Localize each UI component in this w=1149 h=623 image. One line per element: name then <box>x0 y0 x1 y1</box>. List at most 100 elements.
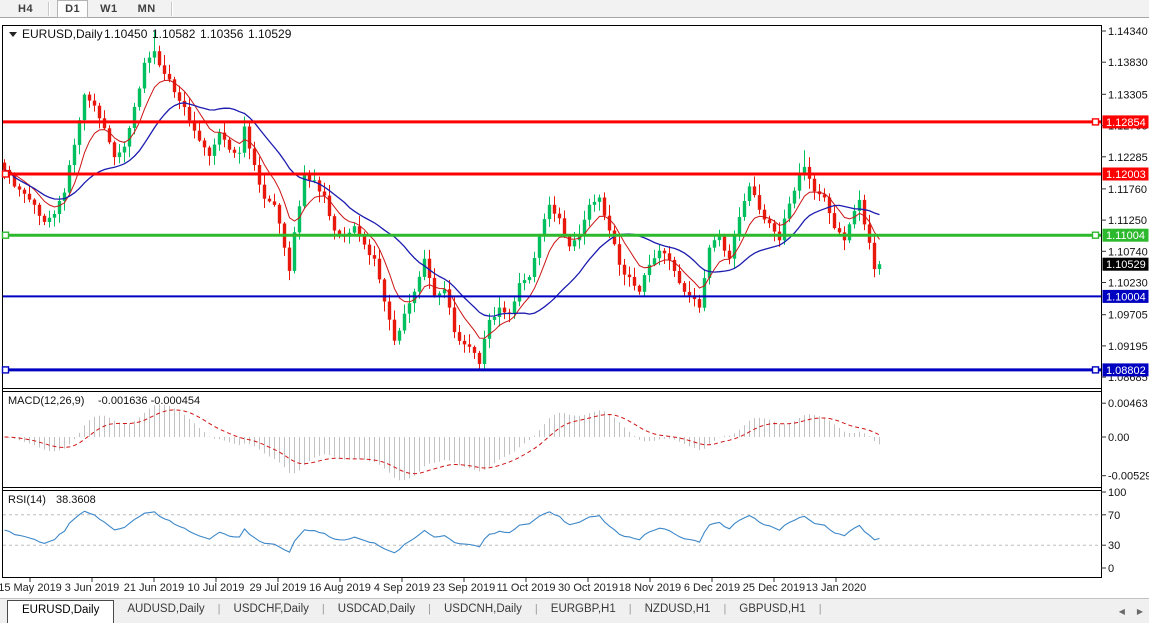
candle-body <box>403 314 406 331</box>
date-tick-label: 25 Dec 2019 <box>743 582 805 594</box>
candle-body <box>553 205 556 214</box>
candle-body <box>563 218 566 235</box>
line-endpoint-marker[interactable] <box>1093 367 1099 373</box>
candle-body <box>378 259 381 280</box>
date-tick-label: 13 Jan 2020 <box>806 582 867 594</box>
candle-body <box>743 201 746 217</box>
candle-body <box>568 236 571 247</box>
candle-body <box>208 148 211 156</box>
candle-body <box>628 275 631 278</box>
candle-body <box>653 258 656 265</box>
chart-header: EURUSD,Daily 1.10450 1.10582 1.10356 1.1… <box>9 27 292 41</box>
candle-body <box>28 194 31 200</box>
tab-nzdusd-h1[interactable]: NZDUSD,H1 <box>632 599 724 623</box>
chart-symbol-label: EURUSD,Daily <box>22 27 103 41</box>
macd-layer <box>5 404 880 480</box>
candle-body <box>203 141 206 148</box>
symbol-dropdown-icon[interactable] <box>9 32 17 37</box>
date-axis[interactable]: 15 May 20193 Jun 201921 Jun 201910 Jul 2… <box>0 578 866 594</box>
candle-body <box>23 190 26 194</box>
candle-body <box>323 192 326 196</box>
candle-body <box>698 299 701 308</box>
candle-body <box>133 107 136 128</box>
price-tick-label: 1.13305 <box>1108 89 1148 101</box>
line-endpoint-marker[interactable] <box>1093 232 1099 238</box>
candle-body <box>278 205 281 224</box>
date-tick-label: 6 Dec 2019 <box>684 582 740 594</box>
tab-eurusd-daily[interactable]: EURUSD,Daily <box>7 600 114 623</box>
candle-body <box>88 95 91 101</box>
tab-audusd-daily[interactable]: AUDUSD,Daily <box>114 599 217 623</box>
candle-body <box>63 193 66 201</box>
chart-tab-bar: EURUSD,Daily AUDUSD,Daily | USDCHF,Daily… <box>0 598 1149 623</box>
price-tick-label: 1.10740 <box>1108 246 1148 258</box>
tab-usdchf-daily[interactable]: USDCHF,Daily <box>221 599 322 623</box>
candle-body <box>33 200 36 205</box>
macd-tick-label: 0.00 <box>1108 432 1129 444</box>
candle-body <box>333 216 336 230</box>
candle-body <box>408 303 411 314</box>
candle-body <box>353 226 356 233</box>
tab-scroll-right-icon[interactable]: ▶ <box>1137 608 1143 616</box>
candle-body <box>18 186 21 189</box>
date-tick-label: 3 Jun 2019 <box>65 582 119 594</box>
candle-body <box>618 244 621 265</box>
candle-body <box>473 347 476 353</box>
trading-app-window: H4 D1 W1 MN 1.143401.138301.133051.12795… <box>0 0 1149 623</box>
candle-body <box>723 237 726 251</box>
tab-scroll-left-icon[interactable]: ◀ <box>1119 608 1125 616</box>
candle-body <box>513 302 516 314</box>
date-tick-label: 16 Aug 2019 <box>309 582 371 594</box>
tab-gbpusd-h1[interactable]: GBPUSD,H1 <box>726 599 818 623</box>
candle-body <box>43 216 46 222</box>
candle-body <box>703 278 706 308</box>
tab-usdcad-daily[interactable]: USDCAD,Daily <box>325 599 428 623</box>
candle-body <box>518 283 521 301</box>
candle-body <box>868 224 871 242</box>
macd-tick-label: 0.00463 <box>1108 398 1148 410</box>
candle-body <box>528 277 531 280</box>
candle-body <box>683 283 686 292</box>
line-endpoint-marker[interactable] <box>3 367 9 373</box>
candle-body <box>533 258 536 277</box>
candle-body <box>93 101 96 106</box>
line-endpoint-marker[interactable] <box>3 232 9 238</box>
candle-body <box>178 92 181 101</box>
candle-body <box>488 320 491 339</box>
candle-body <box>263 185 266 199</box>
candle-body <box>463 341 466 345</box>
candle-body <box>228 140 231 150</box>
candle-body <box>783 219 786 241</box>
rsi-layer <box>3 511 1100 553</box>
candle-body <box>588 205 591 220</box>
macd-name-label: MACD(12,26,9) <box>8 395 84 407</box>
line-endpoint-marker[interactable] <box>1093 119 1099 125</box>
price-chart-canvas[interactable]: 1.143401.138301.133051.127951.122851.117… <box>0 0 1149 598</box>
candle-body <box>468 344 471 347</box>
rsi-line <box>5 511 880 553</box>
candle-body <box>53 214 56 218</box>
candle-body <box>558 214 561 219</box>
date-tick-label: 23 Sep 2019 <box>433 582 495 594</box>
candle-body <box>413 292 416 304</box>
tab-usdcnh-daily[interactable]: USDCNH,Daily <box>431 599 535 623</box>
candle-body <box>478 353 481 364</box>
candle-body <box>423 259 426 277</box>
candle-body <box>688 292 691 296</box>
rsi-tick-label: 100 <box>1108 487 1126 499</box>
candle-body <box>833 213 836 228</box>
candle-body <box>168 74 171 80</box>
price-axis[interactable]: 1.143401.138301.133051.127951.122851.117… <box>1101 26 1149 575</box>
date-tick-label: 15 May 2019 <box>0 582 62 594</box>
candle-body <box>213 145 216 156</box>
line-endpoint-marker[interactable] <box>3 171 9 177</box>
candle-body <box>753 186 756 195</box>
tab-eurgbp-h1[interactable]: EURGBP,H1 <box>538 599 629 623</box>
candle-body <box>373 255 376 259</box>
candle-body <box>638 286 641 292</box>
candle-body <box>623 265 626 275</box>
tab-separator: | <box>819 599 822 615</box>
candle-body <box>78 120 81 145</box>
price-tick-label: 1.14340 <box>1108 26 1148 38</box>
candle-body <box>483 339 486 364</box>
